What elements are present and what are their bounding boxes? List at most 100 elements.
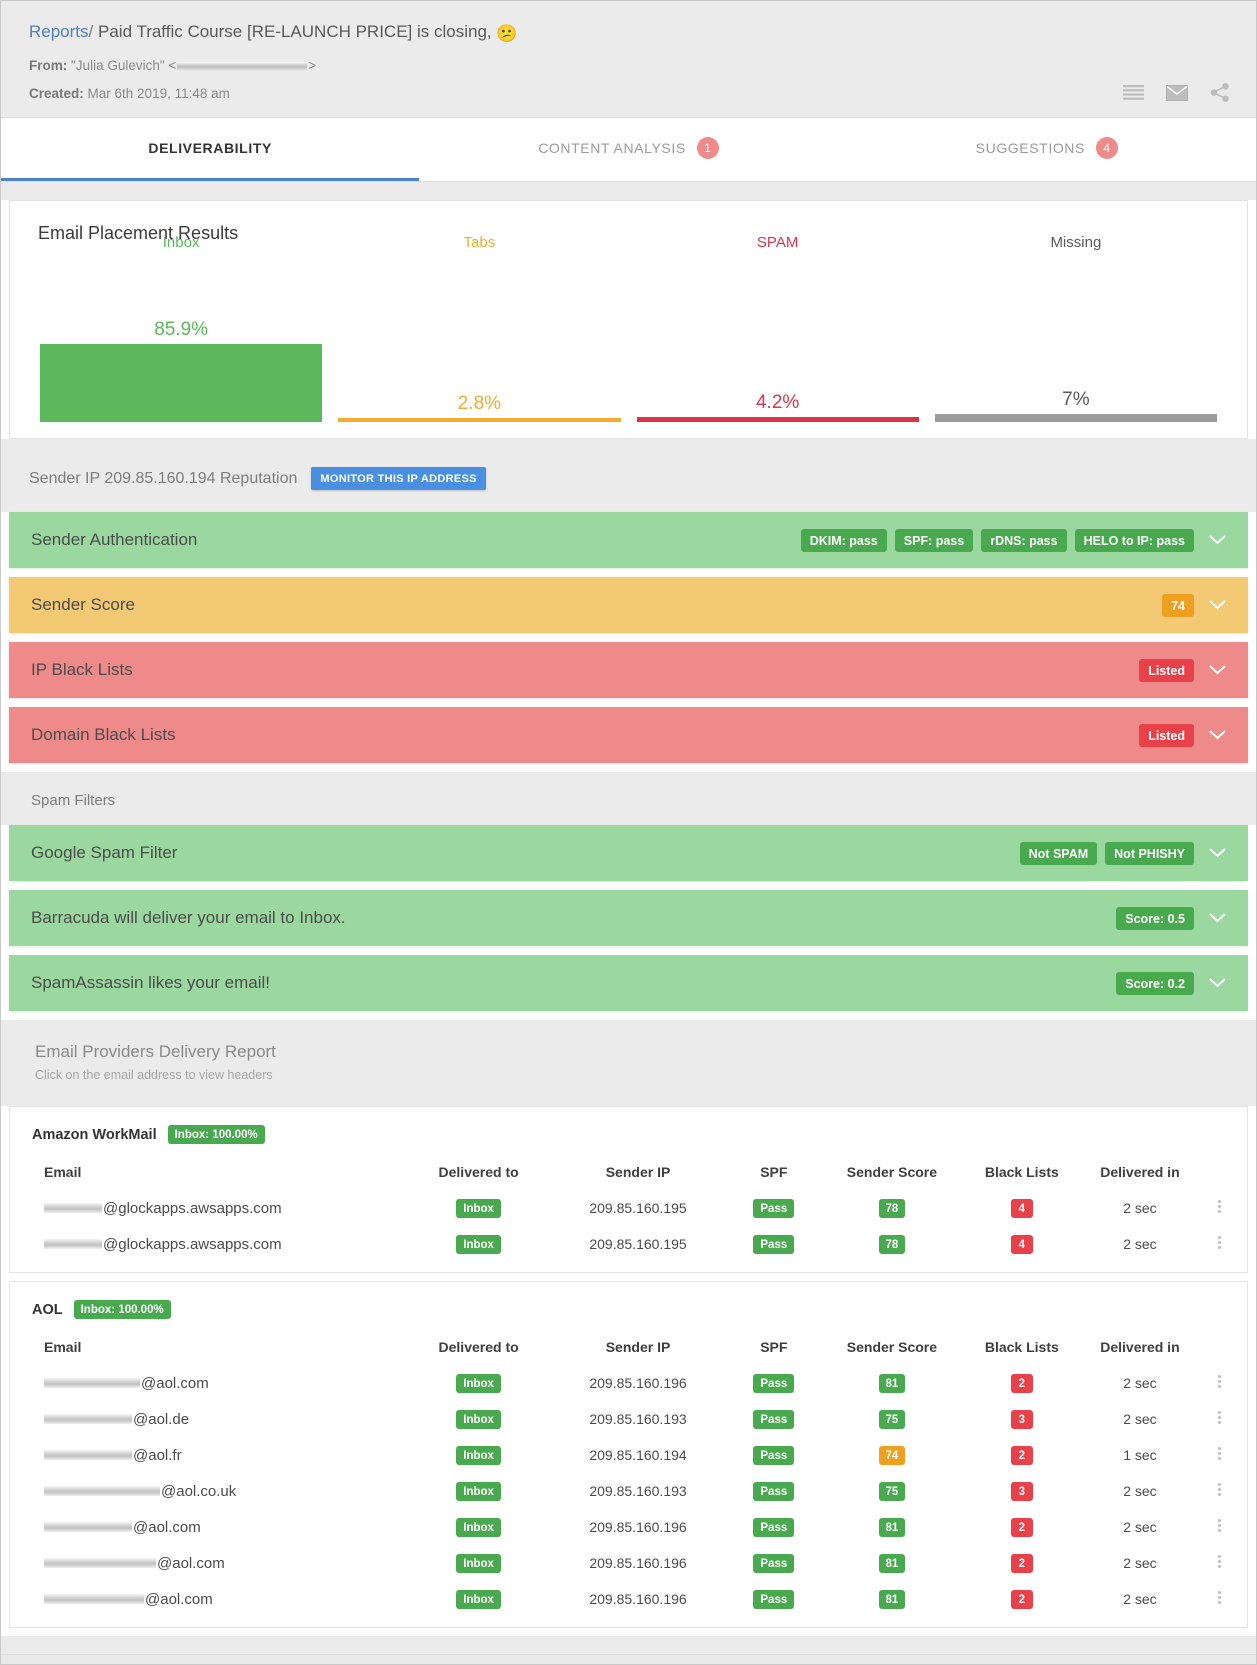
row-actions-cell[interactable] [1199,1473,1239,1509]
black-lists-badge: 4 [1011,1235,1033,1254]
table-row: @aol.frInbox209.85.160.194Pass7421 sec [18,1437,1239,1473]
tab-content-analysis[interactable]: CONTENT ANALYSIS 1 [419,118,837,181]
provider-inbox-rate-badge: Inbox: 100.00% [74,1300,171,1319]
row-actions-cell[interactable] [1199,1545,1239,1581]
accordion-domain-black-lists[interactable]: Domain Black Lists Listed [9,707,1248,763]
kebab-menu-icon[interactable] [1209,1445,1229,1462]
column-header: Sender IP [549,1329,726,1365]
delivered-in-cell: 2 sec [1081,1545,1199,1581]
delivered-to-badge: Inbox [456,1374,501,1393]
email-cell[interactable]: @aol.co.uk [18,1473,408,1509]
spf-badge: Pass [753,1410,794,1429]
delivered-to-badge: Inbox [456,1554,501,1573]
email-cell[interactable]: @aol.com [18,1581,408,1617]
email-cell[interactable]: @aol.com [18,1545,408,1581]
black-lists-cell: 3 [963,1473,1081,1509]
delivered-to-cell: Inbox [408,1509,550,1545]
sender-ip-reputation-strip: Sender IP 209.85.160.194 Reputation MONI… [1,439,1256,512]
sender-score-cell: 81 [821,1509,963,1545]
spf-badge: Pass [753,1554,794,1573]
column-header: Delivered to [408,1154,550,1190]
email-domain: @aol.co.uk [161,1483,236,1500]
monitor-ip-address-button[interactable]: MONITOR THIS IP ADDRESS [311,467,485,490]
row-actions-cell[interactable] [1199,1401,1239,1437]
delivered-in-cell: 2 sec [1081,1473,1199,1509]
chart-value-label: 85.9% [40,319,322,341]
sender-ip-cell: 209.85.160.193 [549,1401,726,1437]
column-header-actions [1199,1154,1239,1190]
chevron-down-icon[interactable] [1200,913,1234,923]
accordion-barracuda[interactable]: Barracuda will deliver your email to Inb… [9,890,1248,946]
redacted-email-local-part [44,1486,160,1496]
email-cell[interactable]: @aol.com [18,1509,408,1545]
row-actions-cell[interactable] [1199,1581,1239,1617]
chevron-down-icon[interactable] [1200,978,1234,988]
email-cell[interactable]: @glockapps.awsapps.com [18,1190,408,1226]
row-actions-cell[interactable] [1199,1226,1239,1262]
breadcrumb-report-title: Paid Traffic Course [RE-LAUNCH PRICE] is… [98,22,492,41]
kebab-menu-icon[interactable] [1209,1553,1229,1570]
redacted-email-local-part [44,1378,140,1388]
black-lists-cell: 4 [963,1226,1081,1262]
chart-value-label: 2.8% [338,393,620,415]
email-cell[interactable]: @aol.de [18,1401,408,1437]
kebab-menu-icon[interactable] [1209,1589,1229,1606]
delivered-in-cell: 1 sec [1081,1437,1199,1473]
chart-bar [338,418,620,422]
accordion-sender-authentication[interactable]: Sender Authentication DKIM: pass SPF: pa… [9,512,1248,568]
kebab-menu-icon[interactable] [1209,1481,1229,1498]
envelope-icon[interactable] [1166,85,1188,106]
created-label: Created: [29,86,84,101]
redacted-email-local-part [44,1558,156,1568]
status-badge-dkim: DKIM: pass [801,529,887,552]
sender-score-badge: 75 [879,1482,906,1501]
redacted-email-local-part [44,1203,102,1213]
sender-score-cell: 75 [821,1401,963,1437]
chevron-down-icon[interactable] [1200,665,1234,675]
tab-suggestions[interactable]: SUGGESTIONS 4 [838,118,1256,181]
row-actions-cell[interactable] [1199,1190,1239,1226]
kebab-menu-icon[interactable] [1209,1373,1229,1390]
spf-cell: Pass [727,1581,821,1617]
column-header: Sender IP [549,1154,726,1190]
email-cell[interactable]: @aol.com [18,1365,408,1401]
breadcrumb-reports-link[interactable]: Reports [29,22,89,41]
row-actions-cell[interactable] [1199,1365,1239,1401]
redacted-email-local-part [44,1414,132,1424]
sender-score-cell: 78 [821,1190,963,1226]
tab-deliverability[interactable]: DELIVERABILITY [1,118,419,181]
report-page: Reports/ Paid Traffic Course [RE-LAUNCH … [0,0,1257,1665]
status-badge-not-spam: Not SPAM [1020,842,1098,865]
kebab-menu-icon[interactable] [1209,1409,1229,1426]
redacted-email-bar [177,62,307,71]
row-actions-cell[interactable] [1199,1437,1239,1473]
sender-ip-cell: 209.85.160.193 [549,1473,726,1509]
list-icon[interactable] [1123,85,1144,105]
accordion-spamassassin[interactable]: SpamAssassin likes your email! Score: 0.… [9,955,1248,1011]
share-icon[interactable] [1210,83,1230,107]
chevron-down-icon[interactable] [1200,848,1234,858]
horizontal-scrollbar[interactable] [1,1654,1256,1664]
column-header: Delivered in [1081,1154,1199,1190]
sender-score-badge: 81 [879,1374,906,1393]
accordion-google-spam-filter[interactable]: Google Spam Filter Not SPAM Not PHISHY [9,825,1248,881]
spf-badge: Pass [753,1446,794,1465]
chart-bar [40,344,322,422]
accordion-ip-black-lists[interactable]: IP Black Lists Listed [9,642,1248,698]
row-actions-cell[interactable] [1199,1509,1239,1545]
email-cell[interactable]: @aol.fr [18,1437,408,1473]
spf-badge: Pass [753,1518,794,1537]
provider-name: Amazon WorkMail [32,1127,157,1143]
delivered-in-cell: 2 sec [1081,1581,1199,1617]
chevron-down-icon[interactable] [1200,600,1234,610]
chevron-down-icon[interactable] [1200,730,1234,740]
accordion-sender-score[interactable]: Sender Score 74 [9,577,1248,633]
kebab-menu-icon[interactable] [1209,1234,1229,1251]
kebab-menu-icon[interactable] [1209,1198,1229,1215]
kebab-menu-icon[interactable] [1209,1517,1229,1534]
email-domain: @glockapps.awsapps.com [103,1236,282,1253]
chevron-down-icon[interactable] [1200,535,1234,545]
black-lists-cell: 2 [963,1545,1081,1581]
delivery-report-title: Email Providers Delivery Report [35,1042,1228,1062]
email-cell[interactable]: @glockapps.awsapps.com [18,1226,408,1262]
